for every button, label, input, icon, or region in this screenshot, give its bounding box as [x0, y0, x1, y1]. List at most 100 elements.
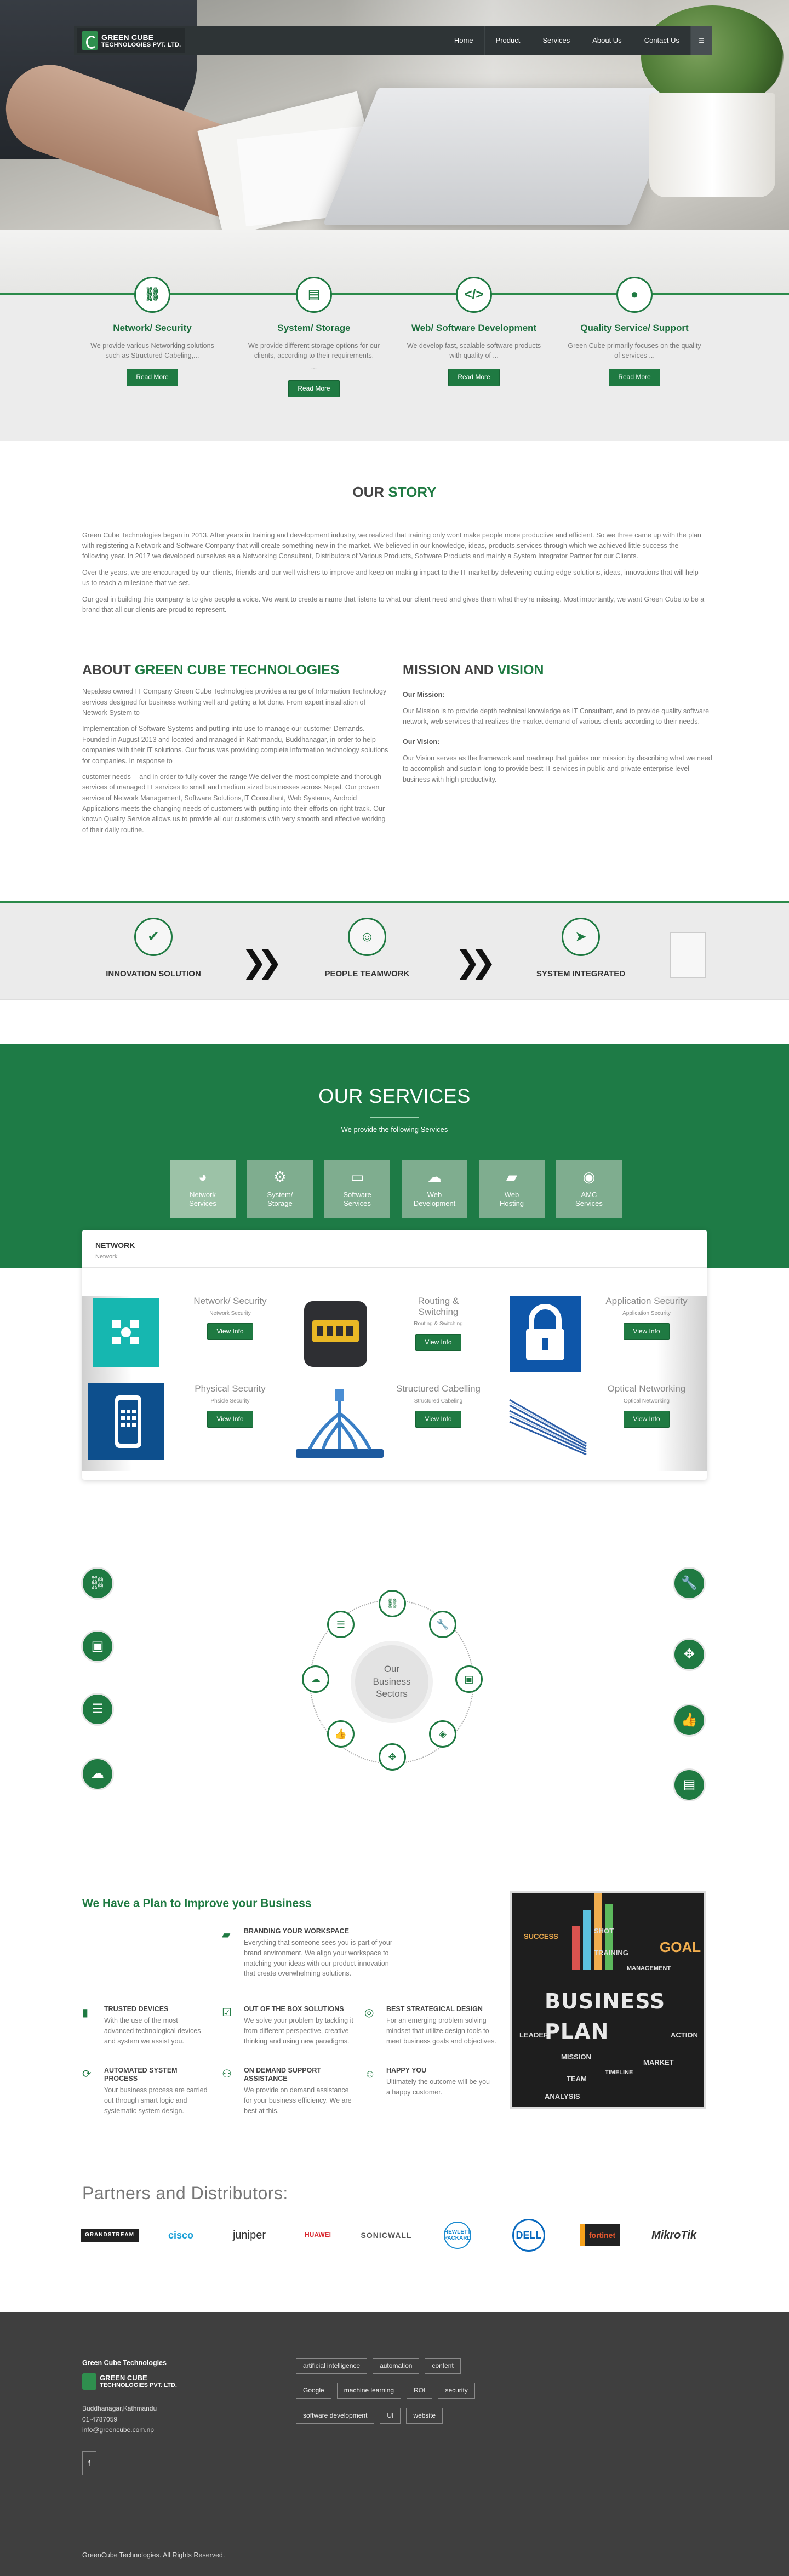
tab-amc-services[interactable]: ◉ AMC Services	[556, 1160, 622, 1218]
read-more-button[interactable]: Read More	[127, 369, 178, 386]
thumbs-up-icon[interactable]: 👍	[673, 1704, 706, 1737]
wrench-icon[interactable]: 🔧	[673, 1567, 706, 1600]
link-icon[interactable]: ⛓	[81, 1567, 114, 1600]
logo-mark-icon	[82, 31, 98, 50]
facebook-icon[interactable]: f	[82, 2451, 96, 2476]
tab-system-storage[interactable]: ⚙ System/Storage	[247, 1160, 313, 1218]
about-paragraph: Nepalese owned IT Company Green Cube Tec…	[82, 688, 387, 717]
story-paragraph: Over the years, we are encouraged by our…	[82, 568, 699, 587]
partner-logo[interactable]: GRANDSTREAM	[77, 2219, 142, 2252]
tag[interactable]: automation	[373, 2358, 420, 2374]
read-more-button[interactable]: Read More	[448, 369, 500, 386]
feature-text: We provide different storage options for…	[248, 341, 380, 360]
service-item: Application Security Application Securit…	[499, 1296, 707, 1383]
plan-section: We Have a Plan to Improve your Business …	[82, 1891, 707, 2115]
tag[interactable]: ROI	[407, 2383, 433, 2399]
nav-contact[interactable]: Contact Us	[632, 26, 690, 55]
cloud-icon[interactable]: ☁	[302, 1665, 329, 1693]
user-circle-icon: ◉	[582, 1169, 596, 1185]
network-icon: ◕	[198, 1169, 207, 1185]
wrench-icon[interactable]: 🔧	[429, 1611, 456, 1638]
partner-logo[interactable]: HEWLETT PACKARD	[427, 2219, 488, 2252]
footer: Green Cube Technologies GREEN CUBE TECHN…	[0, 2312, 789, 2538]
service-name: Network/ Security	[193, 1296, 267, 1306]
mission-title: MISSION AND VISION	[403, 662, 544, 678]
nav-home[interactable]: Home	[442, 26, 484, 55]
page: { "brand":{"name_line1":"GREEN CUBE","na…	[0, 0, 789, 2576]
tag[interactable]: Google	[296, 2383, 331, 2399]
feature-text: Green Cube primarily focuses on the qual…	[568, 341, 701, 360]
main-nav: Home Product Services About Us Contact U…	[442, 26, 712, 55]
tag[interactable]: website	[406, 2407, 443, 2424]
check-square-icon: ☑	[222, 2007, 232, 2019]
tag[interactable]: artificial intelligence	[296, 2358, 368, 2374]
nav-about[interactable]: About Us	[581, 26, 632, 55]
database-icon[interactable]: ▤	[673, 1768, 706, 1801]
tag[interactable]: software development	[296, 2407, 375, 2424]
partner-logo[interactable]: fortinet	[570, 2219, 630, 2252]
smile-icon: ☺	[364, 2068, 376, 2080]
process-step: ☺ PEOPLE TEAMWORK	[296, 918, 438, 980]
tag-cloud: artificial intelligence automation conte…	[296, 2358, 488, 2424]
network-grid-icon[interactable]: ✥	[673, 1638, 706, 1671]
slider-next-box[interactable]	[670, 932, 706, 978]
business-sectors: ⛓ ▣ ☰ ☁ 🔧 ✥ 👍 ▤ ⛓ 🔧 ▣ ◈ ✥ 👍 ☁ ☰ Our Busin…	[0, 1529, 789, 1835]
tab-web-hosting[interactable]: ▰ Web Hosting	[479, 1160, 545, 1218]
feature-text: We develop fast, scalable software produ…	[407, 341, 541, 360]
partner-logo[interactable]: SONICWALL	[351, 2219, 422, 2252]
cloud-icon[interactable]: ☁	[81, 1758, 114, 1790]
footer-email[interactable]: info@greencube.com.np	[82, 2425, 177, 2435]
service-meta: Structured Cabeling	[414, 1398, 463, 1404]
server-icon[interactable]: ☰	[81, 1693, 114, 1726]
mission-section: MISSION AND VISION Our Mission: Our Miss…	[403, 660, 712, 785]
hamburger-icon[interactable]: ≡	[690, 26, 712, 55]
tab-web-development[interactable]: ☁ Web Development	[402, 1160, 467, 1218]
footer-address: Buddhanagar,Kathmandu	[82, 2405, 157, 2413]
partner-logo[interactable]: juniper	[219, 2219, 279, 2252]
tab-network-services[interactable]: ◕ Network Services	[170, 1160, 236, 1218]
tag[interactable]: security	[438, 2383, 475, 2399]
link-icon[interactable]: ⛓	[379, 1590, 406, 1617]
copyright-bar: GreenCube Technologies. All Rights Reser…	[0, 2538, 789, 2576]
thumbs-up-icon[interactable]: 👍	[327, 1720, 355, 1748]
tag[interactable]: UI	[380, 2407, 401, 2424]
logo-mark-icon	[82, 2373, 96, 2390]
check-icon: ✔	[134, 918, 173, 956]
monitor-icon: ▭	[350, 1169, 364, 1185]
view-info-button[interactable]: View Info	[207, 1411, 253, 1428]
about-title: ABOUT GREEN CUBE TECHNOLOGIES	[82, 662, 340, 678]
nav-product[interactable]: Product	[484, 26, 531, 55]
brand-logo[interactable]: GREEN CUBE TECHNOLOGIES PVT. LTD.	[77, 28, 186, 53]
mission-heading: Our Mission:	[403, 691, 445, 699]
view-info-button[interactable]: View Info	[207, 1323, 253, 1341]
double-arrow-icon: ❯❯	[241, 944, 283, 979]
read-more-button[interactable]: Read More	[609, 369, 660, 386]
id-card-icon[interactable]: ▣	[455, 1665, 483, 1693]
id-card-icon[interactable]: ▣	[81, 1630, 114, 1663]
view-info-button[interactable]: View Info	[415, 1411, 461, 1428]
partner-logo[interactable]: MikroTik	[641, 2219, 707, 2252]
hero-pot	[649, 93, 775, 197]
partner-logo[interactable]: HUAWEI	[290, 2219, 345, 2252]
network-grid-icon[interactable]: ✥	[379, 1743, 406, 1771]
footer-logo[interactable]: GREEN CUBE TECHNOLOGIES PVT. LTD.	[82, 2373, 177, 2390]
read-more-button[interactable]: Read More	[288, 380, 340, 398]
user-icon: ●	[616, 277, 653, 313]
tab-software-services[interactable]: ▭ Software Services	[324, 1160, 390, 1218]
partner-logo[interactable]: cisco	[153, 2219, 208, 2252]
view-info-button[interactable]: View Info	[415, 1333, 461, 1351]
phone-icon: ▮	[82, 2007, 89, 2019]
chip-icon[interactable]: ◈	[429, 1720, 456, 1748]
tag[interactable]: content	[425, 2358, 461, 2374]
refresh-icon: ⟳	[82, 2068, 92, 2080]
view-info-button[interactable]: View Info	[624, 1323, 670, 1341]
tag[interactable]: machine learning	[336, 2383, 402, 2399]
service-item: Structured Cabelling Structured Cabeling…	[290, 1383, 499, 1471]
footer-phone[interactable]: 01-4787059	[82, 2415, 177, 2424]
server-icon[interactable]: ☰	[327, 1611, 355, 1638]
view-info-button[interactable]: View Info	[624, 1411, 670, 1428]
service-meta: Optical Networking	[624, 1398, 670, 1404]
plan-item: ☺ HAPPY YOU Ultimately the outcome will …	[364, 2066, 490, 2096]
partner-logo[interactable]: DELL	[499, 2219, 559, 2252]
nav-services[interactable]: Services	[531, 26, 581, 55]
